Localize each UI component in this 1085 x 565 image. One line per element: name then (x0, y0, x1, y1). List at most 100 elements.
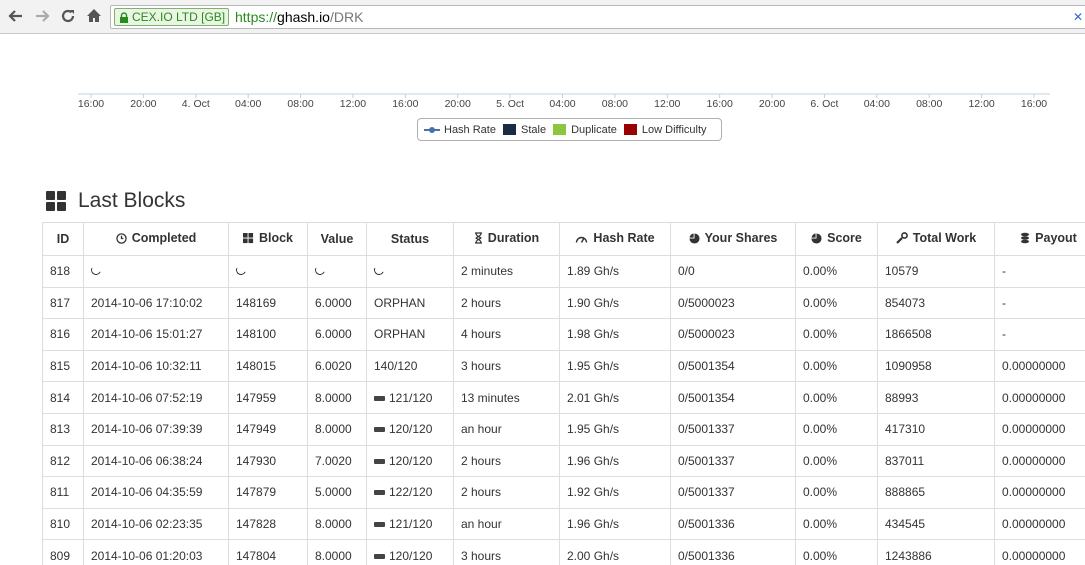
column-header-payout[interactable]: Payout (994, 222, 1085, 256)
loading-spinner-icon (89, 263, 103, 277)
cell-block: 147804 (228, 539, 308, 565)
cell-status: ORPHAN (366, 286, 454, 320)
clock-icon (115, 233, 127, 247)
cell-block: 147828 (228, 507, 308, 541)
cell-text: 2014-10-06 02:23:35 (91, 517, 203, 532)
cell-text: 1.92 Gh/s (567, 485, 620, 500)
column-header-score[interactable]: Score (795, 222, 878, 256)
cell-payout: 0.00000000 (994, 444, 1085, 478)
cell-text: 888865 (885, 485, 926, 500)
cell-score: 0.00% (795, 349, 878, 383)
cell-text: 6.0000 (315, 327, 352, 342)
column-header-id[interactable]: ID (42, 222, 84, 256)
column-header-your-shares[interactable]: Your Shares (670, 222, 796, 256)
table-row[interactable]: 816 2014-10-06 15:01:27 148100 6.0000 ORPHAN… (42, 318, 1085, 351)
cell-text: 1243886 (885, 548, 932, 563)
cell-text: 8.0000 (315, 422, 352, 437)
last-blocks-table: ID Completed Block Value Status Duration Hash … (42, 222, 1085, 565)
cell-text: 10579 (885, 264, 919, 279)
cell-completed: 2014-10-06 07:52:19 (83, 381, 229, 414)
forward-arrow-icon (36, 10, 50, 22)
legend-item-low-difficulty[interactable]: Low Difficulty (623, 123, 707, 136)
cell-status: ORPHAN (366, 318, 454, 351)
back-button[interactable] (5, 5, 27, 27)
cell-completed (83, 255, 229, 288)
cell-block: 147959 (228, 381, 308, 414)
cell-shares: 0/5001336 (670, 507, 796, 541)
cell-work: 88993 (877, 381, 995, 414)
cell-text: - (1002, 264, 1006, 279)
column-header-total-work[interactable]: Total Work (877, 222, 995, 256)
cell-text: 0.00% (803, 295, 838, 310)
column-header-block[interactable]: Block (228, 222, 308, 256)
cell-text: 1866508 (885, 327, 932, 342)
ev-certificate-badge[interactable]: CEX.IO LTD [GB] (114, 8, 230, 26)
cell-value: 8.0000 (307, 412, 367, 446)
confirmation-bar-icon (374, 553, 385, 559)
confirmation-bar-icon (374, 395, 385, 401)
x-tick-label: 6. Oct (810, 98, 838, 110)
column-header-duration[interactable]: Duration (453, 222, 560, 256)
cell-text: 1.95 Gh/s (567, 359, 620, 374)
cell-duration: an hour (453, 412, 560, 446)
legend-item-stale[interactable]: Stale (502, 124, 546, 136)
cell-shares: 0/5000023 (670, 318, 796, 351)
home-button[interactable] (83, 5, 105, 27)
x-tick-label: 20:00 (445, 98, 471, 110)
table-row[interactable]: 813 2014-10-06 07:39:39 147949 8.0000 120/12… (42, 412, 1085, 446)
table-row[interactable]: 809 2014-10-06 01:20:03 147804 8.0000 120/12… (42, 539, 1085, 565)
column-header-status[interactable]: Status (366, 222, 454, 256)
cell-text: 0.00% (803, 327, 838, 342)
column-header-completed[interactable]: Completed (83, 222, 229, 256)
table-row[interactable]: 818 2 minutes 1.89 Gh/s 0/0 0.00% 10579 - (42, 255, 1085, 288)
cell-text: 147804 (236, 548, 277, 563)
cell-text: 1.89 Gh/s (567, 264, 620, 279)
x-tick-label: 04:00 (235, 98, 261, 110)
forward-button[interactable] (31, 5, 53, 27)
x-tick-label: 12:00 (340, 98, 366, 110)
column-header-label: Score (827, 231, 862, 245)
cell-id: 813 (42, 412, 84, 446)
cell-value: 6.0000 (307, 286, 367, 320)
reload-button[interactable] (57, 5, 79, 27)
cell-text: 810 (50, 517, 71, 532)
cell-text: 811 (50, 485, 70, 500)
url-text[interactable]: https://ghash.io/DRK (235, 8, 363, 26)
column-header-label: Value (320, 232, 354, 246)
table-row[interactable]: 815 2014-10-06 10:32:11 148015 6.0020 140/12… (42, 349, 1085, 383)
cell-work: 1866508 (877, 318, 995, 351)
cell-text: 0.00% (803, 548, 838, 563)
cell-text: 2014-10-06 07:39:39 (91, 422, 203, 437)
table-row[interactable]: 811 2014-10-06 04:35:59 147879 5.0000 122/12… (42, 476, 1085, 509)
legend-item-duplicate[interactable]: Duplicate (553, 124, 617, 136)
cell-text: 120/120 (389, 453, 433, 468)
omnibox-action-icon[interactable]: ✕ (1073, 10, 1083, 24)
cell-text: 809 (50, 548, 71, 563)
cell-text: 0.00000000 (1002, 359, 1066, 374)
legend-label: Low Difficulty (641, 123, 707, 136)
cell-block: 147930 (228, 444, 308, 478)
cell-text: 2014-10-06 10:32:11 (91, 359, 202, 374)
table-row[interactable]: 812 2014-10-06 06:38:24 147930 7.0020 120/12… (42, 444, 1085, 478)
address-bar[interactable]: CEX.IO LTD [GB] https://ghash.io/DRK ✕ (110, 5, 1085, 29)
cell-status: 120/120 (366, 444, 454, 478)
legend-item-hash-rate[interactable]: Hash Rate (424, 124, 496, 136)
pie-icon (811, 233, 822, 247)
cell-text: 0.00% (803, 517, 838, 532)
wrench-icon (896, 232, 908, 247)
cell-score: 0.00% (795, 444, 878, 478)
cell-text: 0/5001354 (678, 390, 735, 405)
confirmation-bar-icon (374, 490, 385, 496)
table-row[interactable]: 814 2014-10-06 07:52:19 147959 8.0000 121/12… (42, 381, 1085, 414)
table-row[interactable]: 810 2014-10-06 02:23:35 147828 8.0000 121/12… (42, 507, 1085, 541)
cell-text: 3 hours (461, 548, 502, 563)
column-header-value[interactable]: Value (307, 222, 367, 256)
loading-spinner-icon (313, 263, 327, 277)
cell-work: 837011 (877, 444, 995, 478)
table-row[interactable]: 817 2014-10-06 17:10:02 148169 6.0000 ORPHAN… (42, 286, 1085, 320)
cell-text: 417310 (885, 422, 926, 437)
cell-text: 120/120 (389, 548, 433, 563)
column-header-hash-rate[interactable]: Hash Rate (559, 222, 671, 256)
cell-text: 148169 (236, 295, 277, 310)
cell-text: 0/5001336 (678, 517, 735, 532)
